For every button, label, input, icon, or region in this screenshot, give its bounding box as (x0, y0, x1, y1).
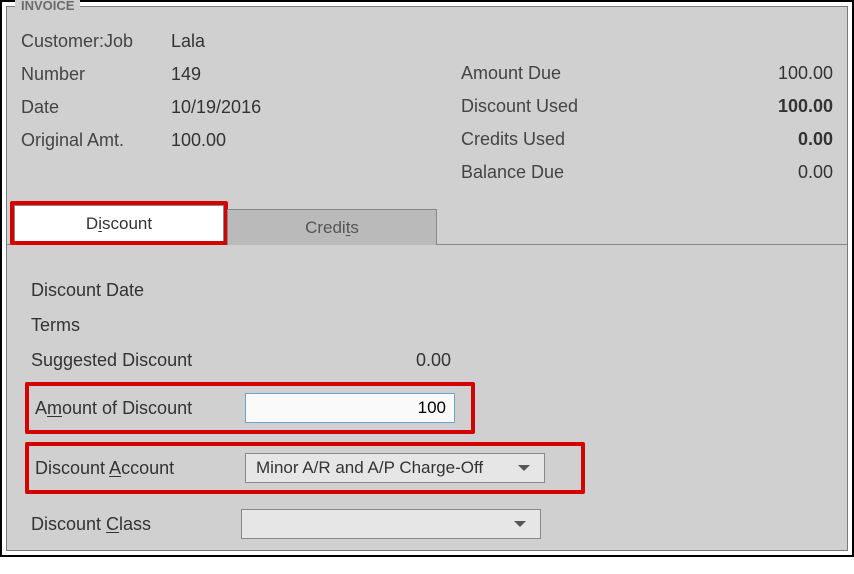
tab-discount-post: scount (102, 214, 152, 233)
suggested-discount-label: Suggested Discount (31, 350, 241, 371)
discount-class-label: Discount Class (31, 514, 241, 535)
discount-date-label: Discount Date (31, 280, 241, 301)
terms-label: Terms (31, 315, 241, 336)
suggested-discount-value: 0.00 (241, 350, 451, 371)
balance-due-value: 0.00 (713, 162, 833, 183)
number-value: 149 (171, 64, 201, 85)
chevron-down-icon (518, 465, 530, 471)
tab-credits-pre: Credi (305, 218, 346, 237)
customer-job-label: Customer:Job (21, 31, 171, 52)
date-value: 10/19/2016 (171, 97, 261, 118)
discount-used-label: Discount Used (461, 96, 713, 117)
number-label: Number (21, 64, 171, 85)
discount-account-label: Discount Account (35, 458, 245, 479)
credits-used-value: 0.00 (713, 129, 833, 150)
discount-class-select[interactable] (241, 509, 541, 539)
tab-credits[interactable]: Credits (227, 209, 437, 245)
tab-discount[interactable]: Discount (14, 205, 224, 241)
amount-of-discount-input[interactable] (245, 393, 455, 423)
panel-title: INVOICE (15, 0, 80, 13)
original-amt-value: 100.00 (171, 130, 226, 151)
amount-due-label: Amount Due (461, 63, 713, 84)
customer-job-value: Lala (171, 31, 205, 52)
amount-due-value: 100.00 (713, 63, 833, 84)
credits-used-label: Credits Used (461, 129, 713, 150)
tab-credits-post: s (350, 218, 359, 237)
chevron-down-icon (514, 521, 526, 527)
original-amt-label: Original Amt. (21, 130, 171, 151)
discount-used-value: 100.00 (713, 96, 833, 117)
date-label: Date (21, 97, 171, 118)
amount-of-discount-label: Amount of Discount (35, 398, 245, 419)
discount-account-select[interactable]: Minor A/R and A/P Charge-Off (245, 453, 545, 483)
discount-account-value: Minor A/R and A/P Charge-Off (256, 458, 483, 478)
tab-discount-pre: D (86, 214, 98, 233)
balance-due-label: Balance Due (461, 162, 713, 183)
